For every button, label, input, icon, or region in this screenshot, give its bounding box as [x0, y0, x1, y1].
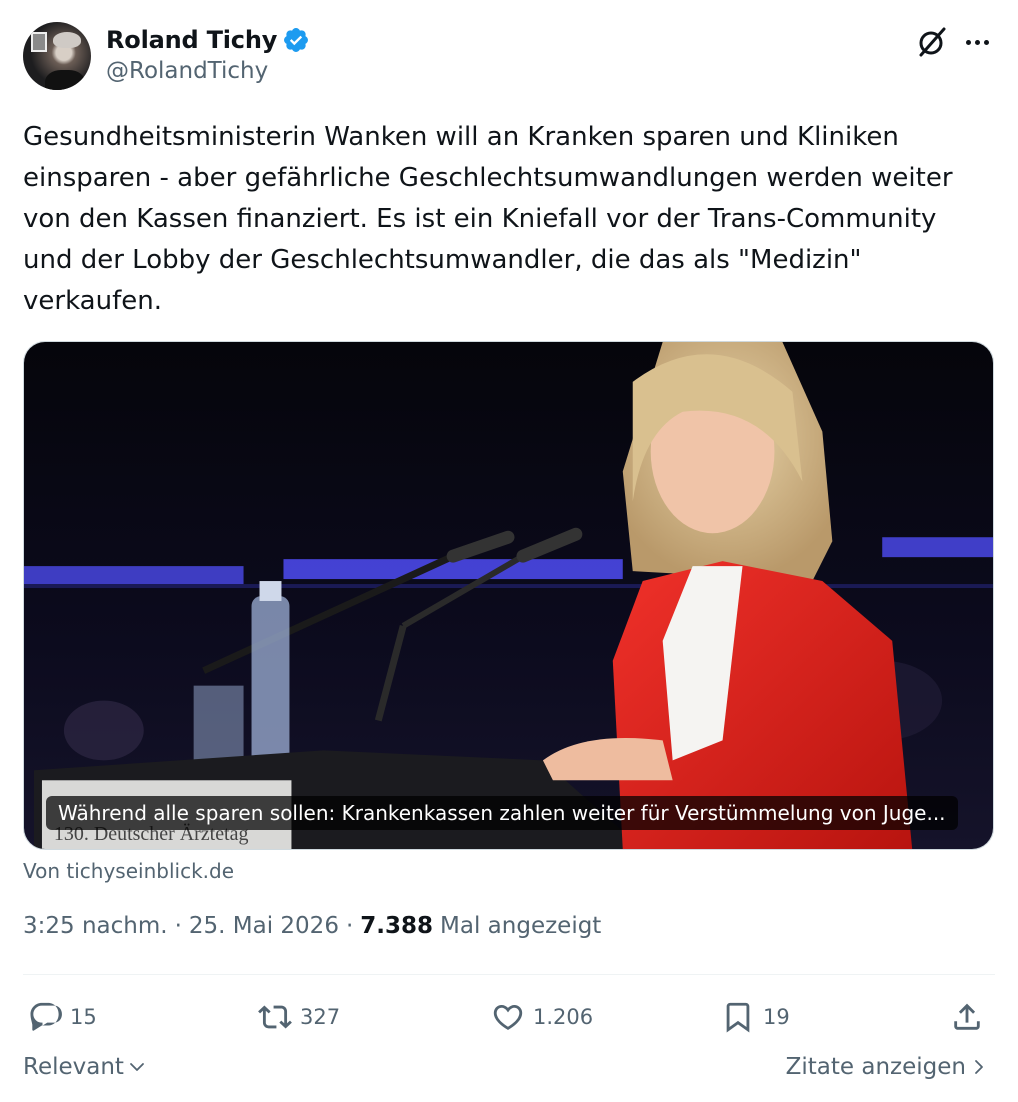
meta-separator-2: · [345, 913, 354, 939]
avatar-hair [53, 32, 81, 48]
meta-separator: · [174, 913, 182, 939]
divider [23, 974, 995, 975]
author-name[interactable]: Roland Tichy [106, 26, 277, 54]
grok-icon[interactable] [914, 24, 950, 60]
like-icon [493, 1004, 523, 1030]
repost-icon [258, 1005, 292, 1029]
tweet-header: Roland Tichy @RolandTichy [23, 22, 998, 92]
share-icon [954, 1003, 980, 1030]
card-caption: Während alle sparen sollen: Krankenkasse… [46, 796, 958, 830]
view-count-label: Mal angezeigt [440, 913, 602, 939]
avatar-shirt [45, 70, 85, 90]
link-card[interactable]: 130. Deutscher Ärztetag Während alle spa… [23, 341, 994, 850]
action-bar: 15 327 1.206 19 [23, 994, 995, 1040]
card-source-link[interactable]: Von tichyseinblick.de [23, 859, 234, 883]
like-count: 1.206 [533, 1005, 594, 1029]
bookmark-button[interactable]: 19 [721, 994, 790, 1040]
tweet-meta: 3:25 nachm. · 25. Mai 2026 · 7.388 Mal a… [23, 913, 601, 939]
avatar-photo-frame [31, 32, 47, 52]
tweet-time[interactable]: 3:25 nachm. [23, 913, 168, 939]
reply-button[interactable]: 15 [28, 994, 97, 1040]
quotes-label: Zitate anzeigen [785, 1054, 966, 1080]
tweet-text: Gesundheitsministerin Wanken will an Kra… [23, 122, 953, 316]
tweet-date[interactable]: 25. Mai 2026 [189, 913, 339, 939]
chevron-down-icon [130, 1063, 144, 1071]
share-button[interactable] [950, 994, 984, 1040]
reply-count: 15 [70, 1005, 97, 1029]
bookmark-icon [726, 1002, 750, 1033]
bookmark-count: 19 [763, 1005, 790, 1029]
repost-button[interactable]: 327 [258, 994, 340, 1040]
sort-label: Relevant [23, 1054, 124, 1080]
more-icon[interactable] [961, 28, 993, 56]
reply-icon [30, 1002, 62, 1031]
view-count: 7.388 [360, 913, 434, 939]
sort-replies-button[interactable]: Relevant [23, 1054, 147, 1080]
chevron-right-icon [975, 1060, 983, 1074]
author-handle[interactable]: @RolandTichy [106, 58, 268, 84]
like-button[interactable]: 1.206 [491, 994, 593, 1040]
card-image: 130. Deutscher Ärztetag [24, 342, 993, 849]
repost-count: 327 [300, 1005, 341, 1029]
author-name-row[interactable]: Roland Tichy [106, 24, 310, 56]
view-quotes-link[interactable]: Zitate anzeigen [786, 1054, 989, 1080]
author-avatar[interactable] [23, 22, 91, 90]
verified-badge-icon [284, 28, 309, 52]
